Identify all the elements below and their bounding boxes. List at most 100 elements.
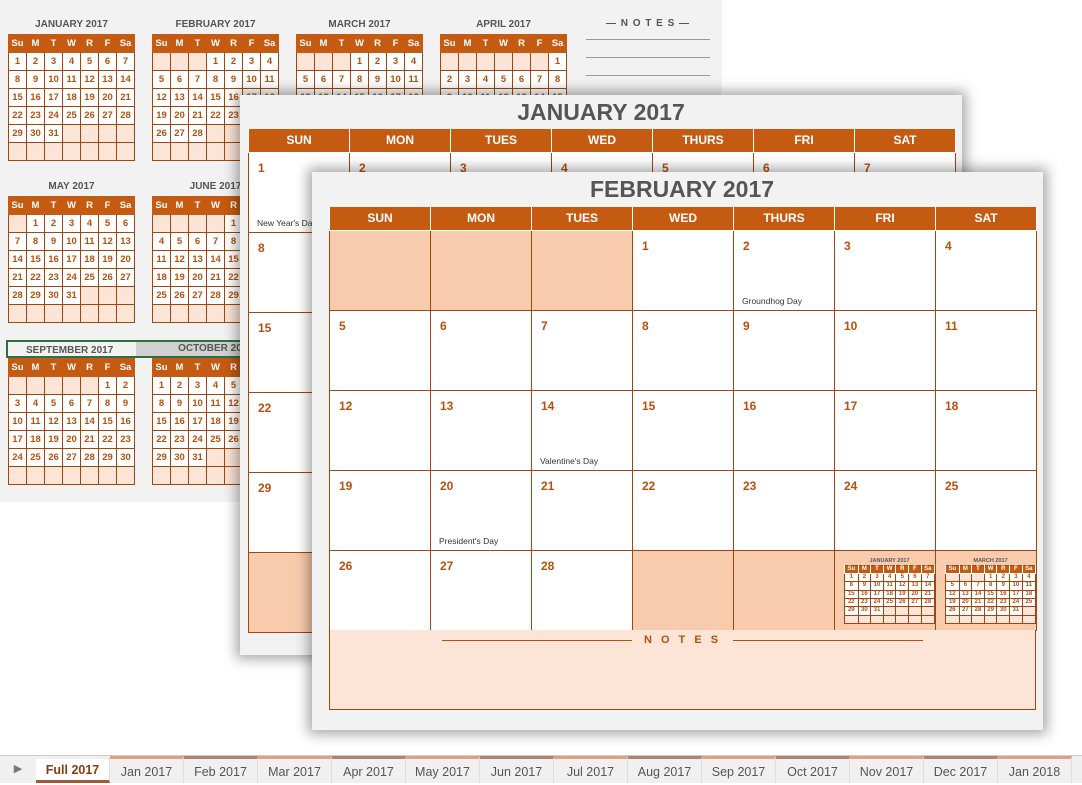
day-cell: 10 bbox=[44, 70, 63, 89]
tab-jul-2017[interactable]: Jul 2017 bbox=[554, 756, 628, 783]
day-cell bbox=[971, 573, 985, 583]
day-cell[interactable]: 2 Groundhog Day bbox=[733, 229, 835, 311]
day-cell: 2 bbox=[440, 70, 459, 89]
day-cell bbox=[188, 214, 207, 233]
weekday-header: T bbox=[476, 34, 495, 53]
day-cell: 20 bbox=[98, 88, 117, 107]
tab-jan-2017[interactable]: Jan 2017 bbox=[110, 756, 184, 783]
day-cell: 23 bbox=[26, 106, 45, 125]
tab-dec-2017[interactable]: Dec 2017 bbox=[924, 756, 998, 783]
tab-full-2017[interactable]: Full 2017 bbox=[36, 756, 110, 783]
weekday-header: R bbox=[80, 358, 99, 377]
tab-sep-2017[interactable]: Sep 2017 bbox=[702, 756, 776, 783]
day-cell: 6 bbox=[62, 394, 81, 413]
day-cell[interactable]: 9 bbox=[733, 309, 835, 391]
day-cell bbox=[844, 614, 859, 624]
day-cell[interactable]: 28 bbox=[531, 549, 633, 631]
day-cell: 14 bbox=[188, 88, 207, 107]
day-cell: 9 bbox=[224, 70, 243, 89]
day-cell[interactable]: 19 bbox=[329, 469, 431, 551]
tab-apr-2017[interactable]: Apr 2017 bbox=[332, 756, 406, 783]
day-cell: 13 bbox=[98, 70, 117, 89]
weekday-header: Sa bbox=[920, 565, 936, 575]
day-cell: 8 bbox=[8, 70, 27, 89]
day-cell[interactable]: 8 bbox=[632, 309, 734, 391]
day-cell: 5 bbox=[170, 232, 189, 251]
day-cell bbox=[206, 448, 225, 467]
tab-aug-2017[interactable]: Aug 2017 bbox=[628, 756, 702, 783]
tab-mar-2017[interactable]: Mar 2017 bbox=[258, 756, 332, 783]
weekday-header: Su bbox=[152, 358, 171, 377]
day-cell[interactable]: 10 bbox=[834, 309, 936, 391]
day-cell bbox=[62, 376, 81, 395]
day-cell[interactable]: 13 bbox=[430, 389, 532, 471]
day-cell bbox=[430, 229, 532, 311]
day-cell: 2 bbox=[368, 52, 387, 71]
day-cell[interactable]: 18 bbox=[935, 389, 1037, 471]
weekday-header: T bbox=[188, 34, 207, 53]
day-cell[interactable]: 4 bbox=[935, 229, 1037, 311]
tab-jan-2018[interactable]: Jan 2018 bbox=[998, 756, 1072, 783]
day-cell[interactable]: 23 bbox=[733, 469, 835, 551]
day-cell[interactable]: 26 bbox=[329, 549, 431, 631]
day-cell: 30 bbox=[857, 606, 872, 616]
day-cell bbox=[8, 214, 27, 233]
day-cell: 3 bbox=[188, 376, 207, 395]
weekday-header: Sa bbox=[116, 34, 135, 53]
tab-may-2017[interactable]: May 2017 bbox=[406, 756, 480, 783]
mini-calendar-title: FEBRUARY 2017 bbox=[175, 19, 256, 30]
day-cell[interactable]: 22 bbox=[632, 469, 734, 551]
day-cell bbox=[80, 124, 99, 143]
day-cell: 16 bbox=[116, 412, 135, 431]
scroll-tabs-button[interactable]: ▶ bbox=[0, 756, 36, 783]
day-cell: 28 bbox=[188, 124, 207, 143]
day-cell: 14 bbox=[206, 250, 225, 269]
day-cell: 10 bbox=[386, 70, 405, 89]
day-cell[interactable]: 3 bbox=[834, 229, 936, 311]
day-cell bbox=[116, 286, 135, 305]
day-cell: 6 bbox=[188, 232, 207, 251]
day-cell[interactable]: 6 bbox=[430, 309, 532, 391]
day-cell: 9 bbox=[116, 394, 135, 413]
tab-oct-2017[interactable]: Oct 2017 bbox=[776, 756, 850, 783]
day-cell: 16 bbox=[996, 589, 1011, 600]
day-cell[interactable]: 15 bbox=[632, 389, 734, 471]
day-cell: 19 bbox=[170, 268, 189, 287]
tab-nov-2017[interactable]: Nov 2017 bbox=[850, 756, 924, 783]
day-cell[interactable]: 14 Valentine's Day bbox=[531, 389, 633, 471]
day-cell bbox=[983, 614, 998, 624]
day-cell[interactable]: 20 President's Day bbox=[430, 469, 532, 551]
day-cell[interactable]: 12 bbox=[329, 389, 431, 471]
day-cell: 19 bbox=[945, 597, 960, 608]
day-cell: 22 bbox=[206, 106, 225, 125]
day-cell[interactable]: 24 bbox=[834, 469, 936, 551]
tab-jun-2017[interactable]: Jun 2017 bbox=[480, 756, 554, 783]
notes-area[interactable]: N O T E S bbox=[329, 630, 1036, 710]
mini-calendar-title: MARCH 2017 bbox=[328, 19, 391, 30]
weekday-header: M bbox=[26, 358, 45, 377]
day-cell[interactable]: 25 bbox=[935, 469, 1037, 551]
day-cell[interactable]: 21 bbox=[531, 469, 633, 551]
day-cell bbox=[170, 142, 189, 161]
weekday-header: WED bbox=[551, 129, 653, 153]
day-cell bbox=[920, 606, 936, 616]
day-cell: 21 bbox=[971, 597, 985, 608]
day-cell[interactable]: 1 bbox=[632, 229, 734, 311]
day-cell: 10 bbox=[8, 412, 27, 431]
day-cell[interactable]: 5 bbox=[329, 309, 431, 391]
weekday-header: T bbox=[332, 34, 351, 53]
day-cell[interactable]: 27 bbox=[430, 549, 532, 631]
day-cell[interactable]: 11 bbox=[935, 309, 1037, 391]
day-cell: 7 bbox=[920, 573, 936, 583]
day-cell: 15 bbox=[98, 412, 117, 431]
weekday-header: W bbox=[983, 565, 998, 575]
day-number: 18 bbox=[945, 398, 959, 413]
day-cell[interactable]: 7 bbox=[531, 309, 633, 391]
day-cell: 24 bbox=[62, 268, 81, 287]
tab-feb-2017[interactable]: Feb 2017 bbox=[184, 756, 258, 783]
day-cell bbox=[958, 614, 973, 624]
day-cell[interactable]: 17 bbox=[834, 389, 936, 471]
day-cell[interactable]: 16 bbox=[733, 389, 835, 471]
day-cell: 12 bbox=[98, 232, 117, 251]
day-cell: 19 bbox=[152, 106, 171, 125]
